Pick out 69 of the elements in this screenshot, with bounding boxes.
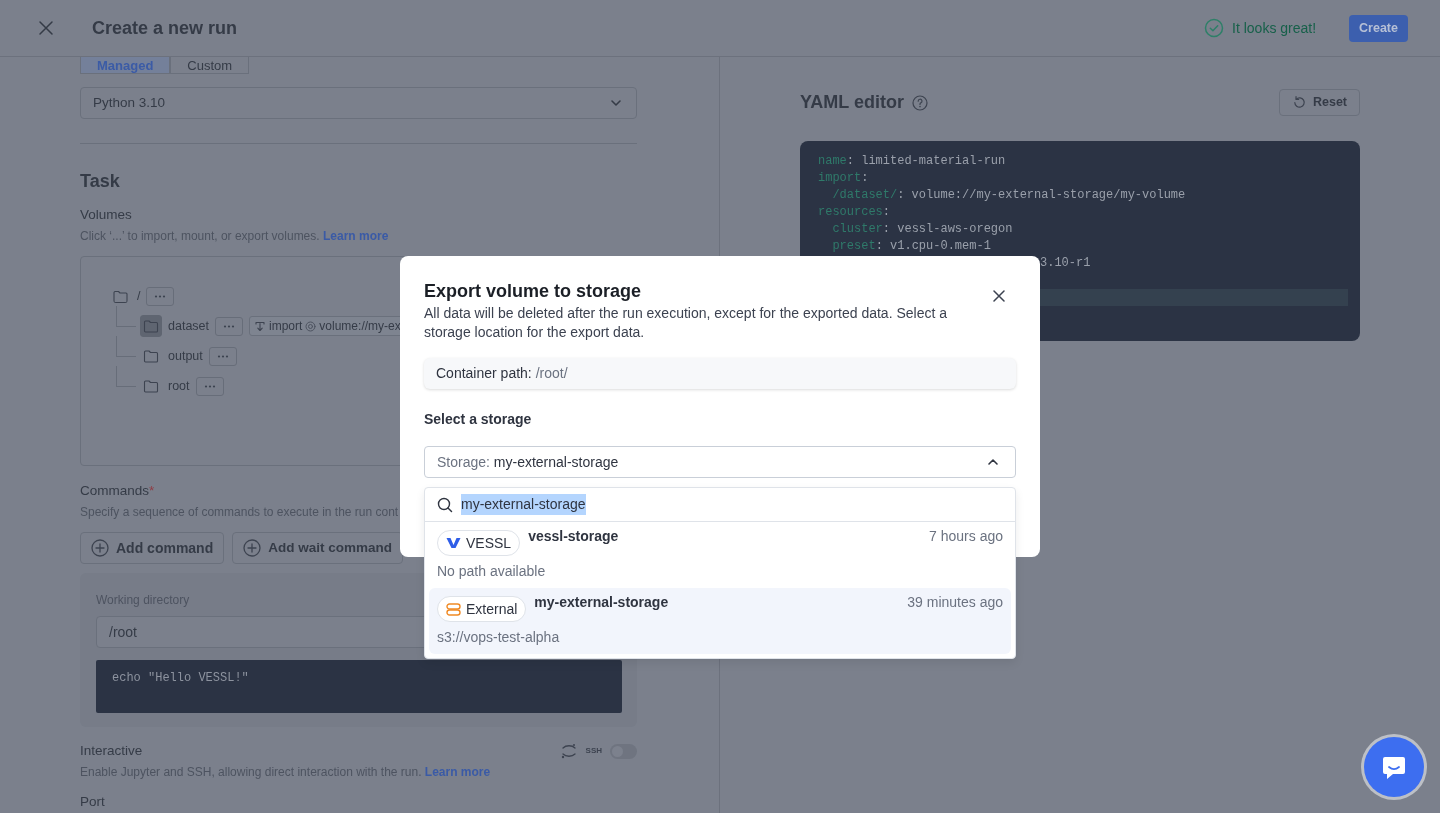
more-icon — [216, 354, 229, 358]
storage-option[interactable]: VESSL vessl-storage 7 hours ago No path available — [429, 522, 1011, 588]
folder-name[interactable]: root — [168, 376, 190, 396]
folder-icon — [112, 289, 128, 303]
reset-icon — [1291, 95, 1307, 110]
dialog-title: Export volume to storage — [424, 280, 642, 302]
command-editor[interactable]: echo "Hello VESSL!" — [96, 660, 622, 713]
chevron-down-icon — [610, 99, 622, 107]
create-button[interactable]: Create — [1349, 14, 1408, 42]
plus-circle-icon — [243, 539, 262, 557]
storage-name: vessl-storage — [528, 527, 619, 546]
status-text: It looks great! — [1232, 18, 1317, 38]
more-button[interactable] — [215, 316, 243, 336]
code-line: resources: — [818, 204, 891, 221]
help-icon — [912, 94, 929, 111]
more-button[interactable] — [195, 376, 224, 396]
more-icon — [223, 324, 235, 328]
v-logo-icon — [446, 537, 461, 549]
more-button[interactable] — [208, 346, 237, 366]
ssh-label: SSH — [585, 745, 602, 757]
search-field[interactable]: my-external-storage — [425, 488, 1015, 522]
reset-button[interactable]: Reset — [1278, 89, 1360, 116]
check-circle-icon — [1204, 18, 1225, 38]
image-tab[interactable]: Custom — [170, 57, 250, 74]
learn-more-link[interactable]: Learn more — [424, 765, 491, 779]
folder-name[interactable]: dataset — [168, 316, 209, 336]
python-version-select[interactable]: Python 3.10 — [80, 87, 637, 119]
field-label: Port — [80, 794, 106, 809]
storage-name: my-external-storage — [534, 593, 669, 612]
field-label: Select a storage — [424, 410, 533, 429]
code-line: 3.10-r1 — [1039, 255, 1092, 272]
code-line: name: limited-material-run — [818, 153, 1007, 170]
page-title: Create a new run — [92, 16, 238, 40]
jupyter-icon — [559, 742, 578, 760]
section-title: YAML editor — [800, 91, 905, 114]
more-icon — [154, 294, 167, 298]
database-icon — [446, 602, 461, 616]
import-icon — [254, 320, 266, 332]
container-path: Container path: /root/ — [424, 358, 1016, 389]
storage-option[interactable]: External my-external-storage 39 minutes ago s3://vops-test-alpha — [429, 588, 1011, 654]
plus-circle-icon — [91, 539, 109, 557]
storage-path: No path available — [437, 562, 547, 581]
field-label: Commands — [80, 482, 150, 500]
more-button[interactable] — [146, 286, 175, 306]
storage-select[interactable]: Storage: my-external-storage — [424, 446, 1016, 478]
timestamp: 39 minutes ago — [907, 593, 1003, 612]
storage-type-badge: VESSL — [437, 530, 521, 556]
field-label: Interactive — [80, 742, 143, 760]
code-line: /dataset/: volume://my-external-storage/my-volume — [831, 187, 1187, 204]
search-icon — [437, 496, 453, 513]
storage-path: s3://vops-test-alpha — [437, 628, 561, 647]
chat-button[interactable] — [1364, 737, 1424, 797]
code-line: cluster: vessl-aws-oregon — [831, 221, 1014, 238]
target-icon — [305, 320, 317, 332]
learn-more-link[interactable]: Learn more — [322, 229, 389, 243]
image-tab[interactable]: Managed — [80, 57, 171, 74]
code-line: import: — [818, 170, 870, 187]
more-icon — [203, 384, 216, 388]
field-label: Volumes — [80, 206, 133, 224]
section-title: Task — [80, 170, 121, 192]
required-mark: * — [149, 482, 155, 500]
close-icon[interactable] — [993, 290, 1005, 302]
storage-type-badge: External — [437, 596, 527, 622]
folder-name[interactable]: output — [168, 346, 203, 366]
code-line: preset: v1.cpu-0.mem-1 — [831, 238, 992, 255]
timestamp: 7 hours ago — [929, 527, 1003, 546]
add-command-button[interactable]: Add command — [80, 532, 225, 564]
folder-name: / — [137, 287, 141, 305]
add-command-button[interactable]: Add wait command — [232, 532, 403, 564]
